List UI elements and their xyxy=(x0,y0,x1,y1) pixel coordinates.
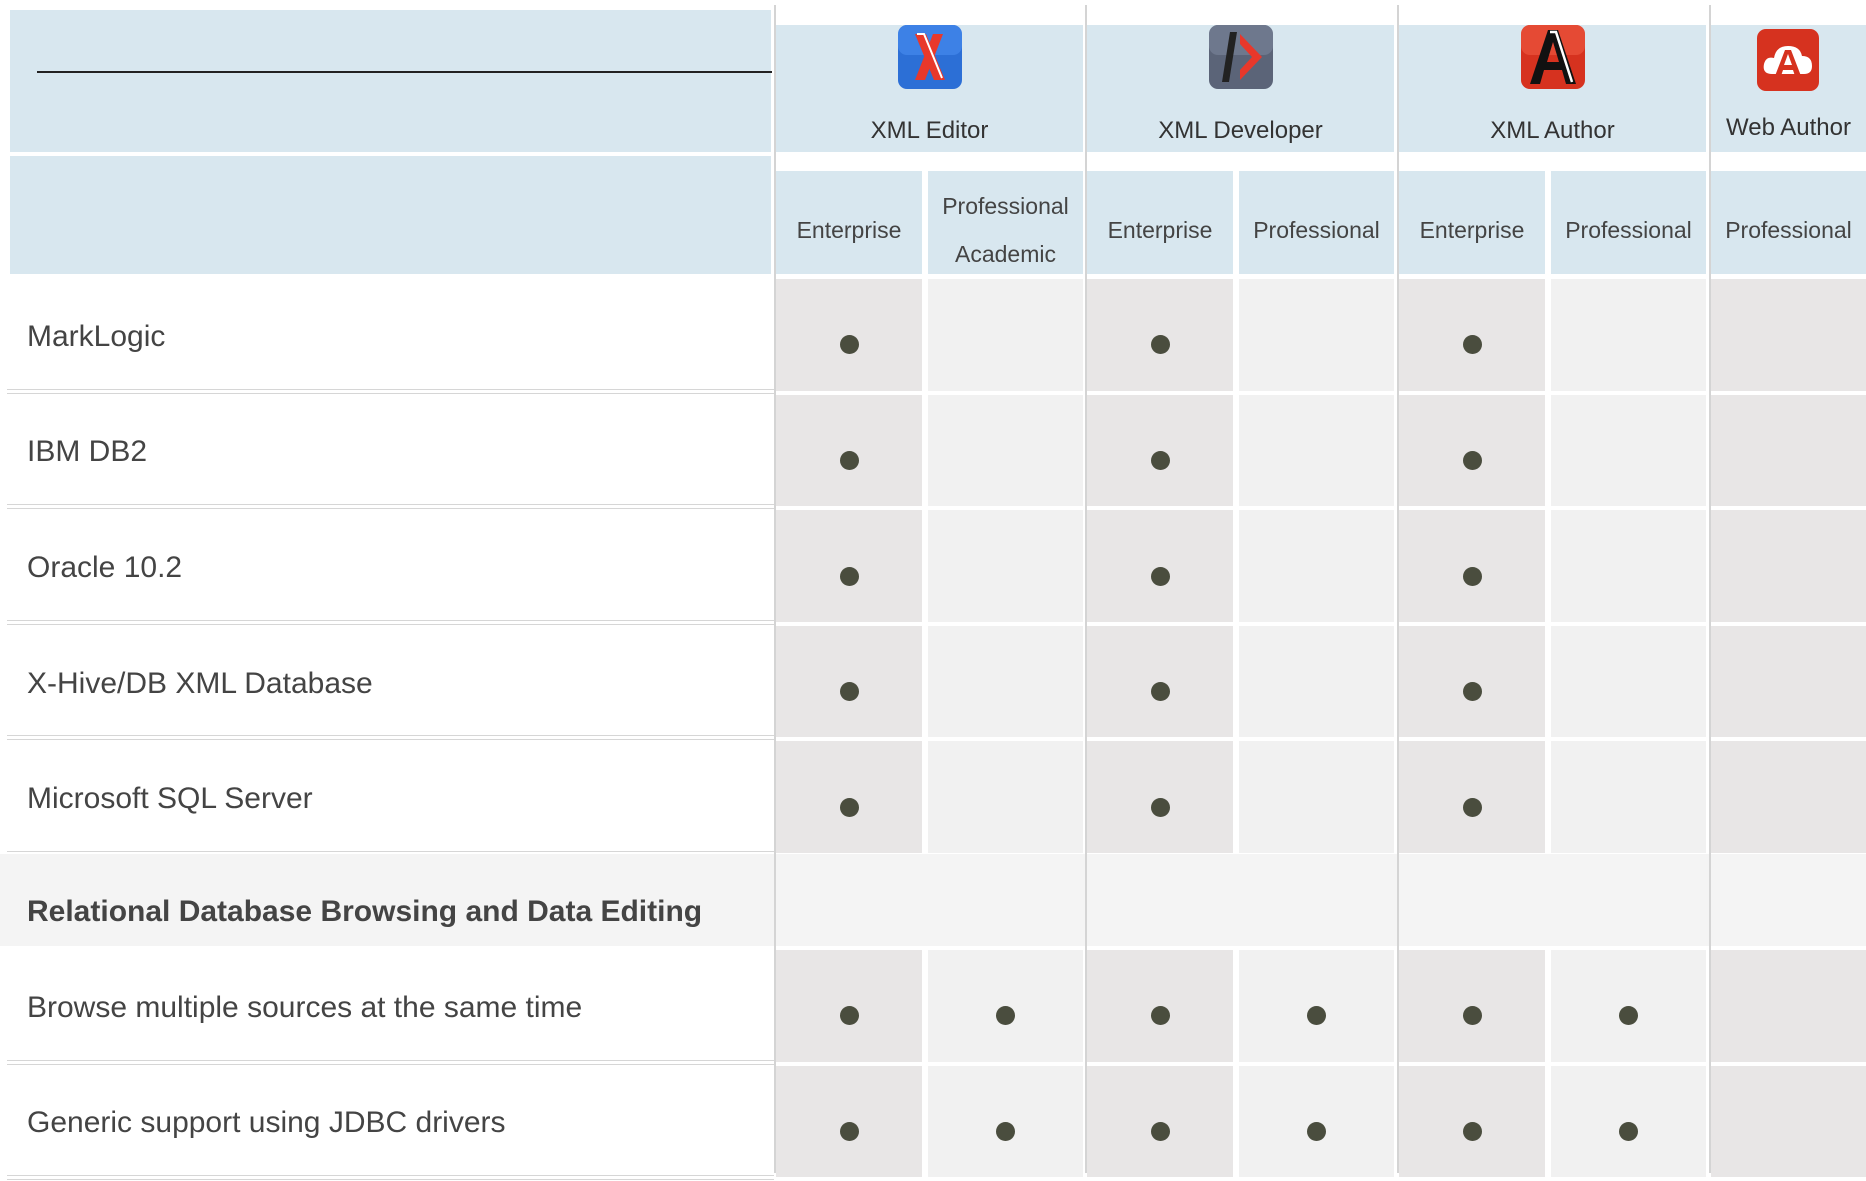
supported-dot-icon xyxy=(839,335,859,355)
web-author-icon xyxy=(1757,29,1819,91)
edition-label: Professional xyxy=(1565,217,1692,243)
support-cell xyxy=(1551,279,1706,391)
support-cell xyxy=(1711,510,1866,622)
row-divider xyxy=(7,1175,774,1177)
support-cell xyxy=(1711,950,1866,1062)
edition-label: Professional xyxy=(1725,217,1852,243)
row-label: MarkLogic xyxy=(27,319,166,353)
support-cell xyxy=(1711,625,1866,738)
edition-label: Professional Academic xyxy=(942,193,1069,267)
support-cell xyxy=(1239,510,1394,622)
support-cell xyxy=(928,394,1083,507)
row-divider xyxy=(7,623,774,625)
support-cell xyxy=(1087,510,1233,622)
supported-dot-icon xyxy=(1619,1121,1638,1141)
xml-author-icon xyxy=(1521,25,1585,89)
supported-dot-icon xyxy=(1150,335,1170,355)
supported-dot-icon xyxy=(1462,1006,1482,1026)
product-name-web-author: Web Author xyxy=(1726,114,1851,141)
support-cell xyxy=(1551,394,1706,507)
support-cell xyxy=(1711,741,1866,853)
header-corner xyxy=(10,10,772,152)
supported-dot-icon xyxy=(1462,1121,1482,1141)
row-divider xyxy=(7,851,774,852)
supported-dot-icon xyxy=(839,450,859,470)
support-cell xyxy=(928,510,1083,622)
support-cell xyxy=(1711,394,1866,507)
edition-label: Enterprise xyxy=(1419,217,1525,243)
header-rule xyxy=(37,71,772,73)
row-divider xyxy=(7,735,774,737)
row-divider xyxy=(7,1179,774,1181)
row-label: Generic support using JDBC drivers xyxy=(27,1106,506,1140)
edition-label: Enterprise xyxy=(1107,217,1213,243)
column-divider xyxy=(774,5,776,1173)
support-cell xyxy=(1239,741,1394,853)
support-cell xyxy=(1711,1065,1866,1178)
supported-dot-icon xyxy=(839,797,859,817)
product-name-xml-editor: XML Editor xyxy=(870,117,989,144)
supported-dot-icon xyxy=(1150,1006,1170,1026)
supported-dot-icon xyxy=(1150,566,1170,586)
row-divider xyxy=(7,392,774,394)
supported-dot-icon xyxy=(1150,682,1170,702)
row-label: IBM DB2 xyxy=(27,435,148,469)
row-divider xyxy=(7,1059,774,1061)
row-label: X-Hive/DB XML Database xyxy=(27,666,373,700)
supported-dot-icon xyxy=(839,1121,859,1141)
edition-label: Professional xyxy=(1253,217,1380,243)
support-cell xyxy=(1551,510,1706,622)
section-title: Relational Database Browsing and Data Ed… xyxy=(27,894,703,928)
support-cell xyxy=(928,625,1083,738)
supported-dot-icon xyxy=(1462,450,1482,470)
supported-dot-icon xyxy=(839,566,859,586)
row-label: Microsoft SQL Server xyxy=(27,782,313,816)
support-cell xyxy=(1239,394,1394,507)
supported-dot-icon xyxy=(1150,797,1170,817)
product-name-xml-developer: XML Developer xyxy=(1158,117,1323,144)
row-divider xyxy=(7,504,774,506)
supported-dot-icon xyxy=(839,1006,859,1026)
support-cell xyxy=(928,279,1083,391)
column-divider xyxy=(1709,5,1711,1173)
column-divider xyxy=(1397,5,1399,1173)
supported-dot-icon xyxy=(1150,450,1170,470)
support-cell xyxy=(928,741,1083,853)
support-cell xyxy=(1399,510,1545,622)
row-divider xyxy=(7,388,774,390)
row-divider xyxy=(7,508,774,510)
xml-developer-icon xyxy=(1209,25,1273,89)
supported-dot-icon xyxy=(1150,1121,1170,1141)
supported-dot-icon xyxy=(839,682,859,702)
edition-label: Enterprise xyxy=(796,217,902,243)
supported-dot-icon xyxy=(1307,1121,1326,1141)
support-cell xyxy=(1551,625,1706,738)
support-cell xyxy=(1711,279,1866,391)
column-divider xyxy=(1085,5,1087,1173)
xml-editor-icon xyxy=(898,25,962,89)
product-name-xml-author: XML Author xyxy=(1490,117,1615,144)
support-cell xyxy=(1239,625,1394,738)
support-cell xyxy=(776,510,922,622)
support-cell xyxy=(1239,279,1394,391)
edition-header-corner xyxy=(10,156,771,274)
row-label: Oracle 10.2 xyxy=(27,550,183,584)
supported-dot-icon xyxy=(1462,566,1482,586)
row-divider xyxy=(7,739,774,741)
row-divider xyxy=(7,619,774,621)
row-divider xyxy=(7,1063,774,1065)
supported-dot-icon xyxy=(1462,682,1482,702)
supported-dot-icon xyxy=(1462,335,1482,355)
supported-dot-icon xyxy=(1462,797,1482,817)
support-cell xyxy=(1551,741,1706,853)
supported-dot-icon xyxy=(996,1121,1015,1141)
